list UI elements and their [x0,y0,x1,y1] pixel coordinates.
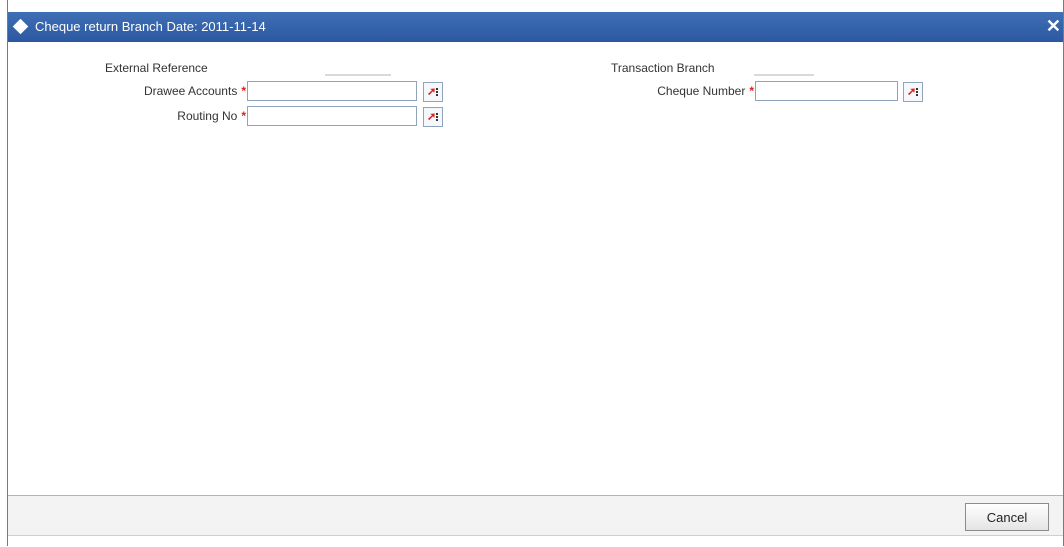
cheque-number-input[interactable] [755,81,898,101]
required-indicator: * [241,84,246,98]
cancel-button[interactable]: Cancel [965,503,1049,531]
lov-arrow-icon: ➚ [427,111,437,123]
lov-dots-icon [916,88,918,97]
required-indicator: * [749,84,754,98]
routing-no-input[interactable] [247,106,417,126]
transaction-branch-label: Transaction Branch [611,61,715,75]
drawee-accounts-input[interactable] [247,81,417,101]
lov-dots-icon [436,113,438,122]
routing-no-lov-button[interactable]: ➚ [423,107,443,127]
close-icon[interactable]: ✕ [1046,16,1061,36]
drawee-accounts-lov-button[interactable]: ➚ [423,82,443,102]
drawee-accounts-label: Drawee Accounts * [143,84,246,98]
lov-arrow-icon: ➚ [427,86,437,98]
lov-arrow-icon: ➚ [907,86,917,98]
bottom-strip [8,535,1063,547]
cheque-number-label: Cheque Number * [657,84,754,98]
lov-dots-icon [436,88,438,97]
routing-no-label: Routing No * [177,109,246,123]
footer-bar: Cancel [8,495,1063,536]
external-reference-label: External Reference [105,61,208,75]
cheque-return-window: Cheque return Branch Date: 2011-11-14 ✕ … [7,0,1064,547]
window-title: Cheque return Branch Date: 2011-11-14 [35,19,266,34]
diamond-icon [12,18,29,35]
transaction-branch-value [754,74,814,76]
required-indicator: * [241,109,246,123]
cheque-number-lov-button[interactable]: ➚ [903,82,923,102]
title-bar: Cheque return Branch Date: 2011-11-14 ✕ [8,12,1063,42]
external-reference-value [325,74,391,76]
